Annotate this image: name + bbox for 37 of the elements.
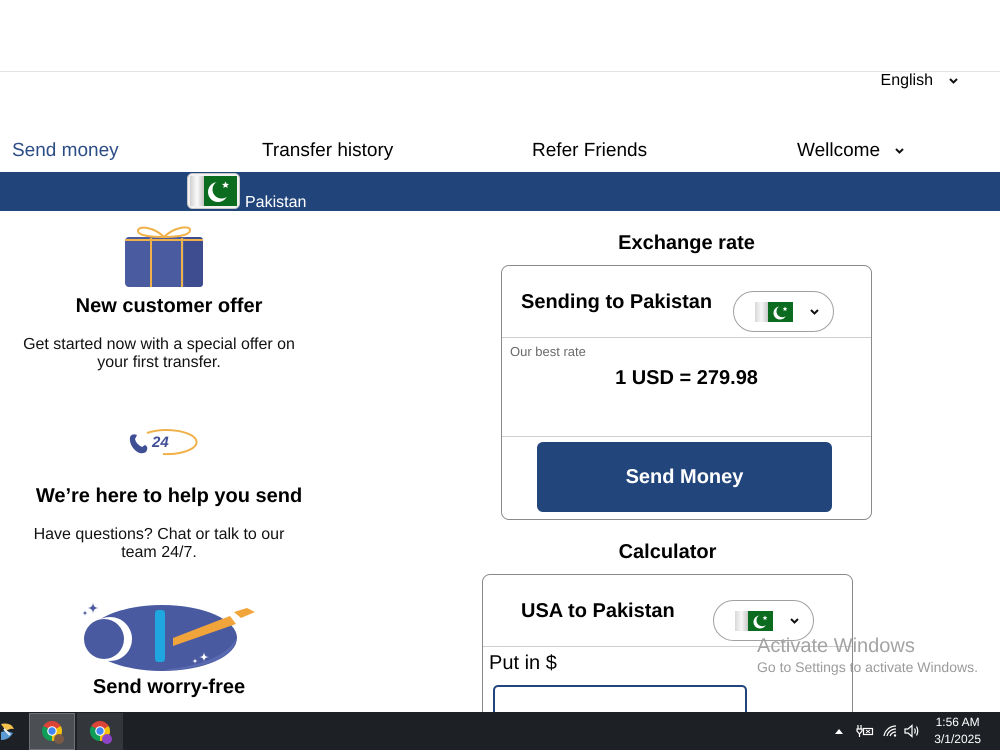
nav-link[interactable]: Send money	[12, 140, 119, 160]
flag-icon	[734, 610, 773, 630]
chevron-down-icon	[810, 308, 820, 314]
gift-box-icon	[124, 225, 204, 288]
feature-title: New customer offer	[76, 294, 262, 318]
account-menu[interactable]: Wellcome	[797, 139, 904, 163]
language-select[interactable]: English	[880, 72, 958, 90]
wifi-icon[interactable]	[883, 725, 898, 737]
taskbar-app-button[interactable]	[29, 712, 75, 750]
section-heading: Exchange rate	[617, 231, 756, 255]
speaker-icon[interactable]	[904, 724, 922, 738]
rate-label: Our best rate	[509, 343, 586, 359]
send-money-button[interactable]: Send Money	[537, 442, 832, 512]
feature-description: Get started now with a special offer on your first transfer.	[22, 336, 296, 372]
nav-link[interactable]: Refer Friends	[532, 140, 648, 160]
country-name: Pakistan	[245, 194, 306, 211]
flag-icon	[187, 173, 240, 209]
feature-title: Send worry-free	[92, 675, 246, 699]
clock-date: 3/1/2025	[934, 731, 981, 748]
caret-up-icon	[835, 728, 844, 734]
flag-icon	[755, 302, 794, 322]
exchange-rate-value: 1 USD = 279.98	[615, 366, 758, 390]
taskbar-clock[interactable]: 1:56 AM 3/1/2025	[934, 714, 981, 748]
country-dropdown[interactable]	[733, 291, 834, 332]
clock-time: 1:56 AM	[936, 714, 980, 731]
chevron-down-icon	[949, 78, 958, 84]
card-title: Sending to Pakistan	[521, 290, 712, 314]
section-heading: Calculator	[618, 540, 718, 564]
nav-link[interactable]: Transfer history	[262, 140, 394, 160]
card-title: USA to Pakistan	[521, 599, 675, 623]
taskbar-app-button[interactable]	[77, 712, 123, 750]
feature-title: We’re here to help you send	[36, 484, 302, 508]
battery-icon[interactable]	[856, 724, 874, 738]
amount-label: Put in $	[488, 651, 557, 675]
feature-description: Have questions? Chat or talk to our team 24/7.	[32, 526, 286, 562]
chevron-down-icon	[790, 618, 799, 624]
chevron-down-icon	[895, 148, 904, 154]
